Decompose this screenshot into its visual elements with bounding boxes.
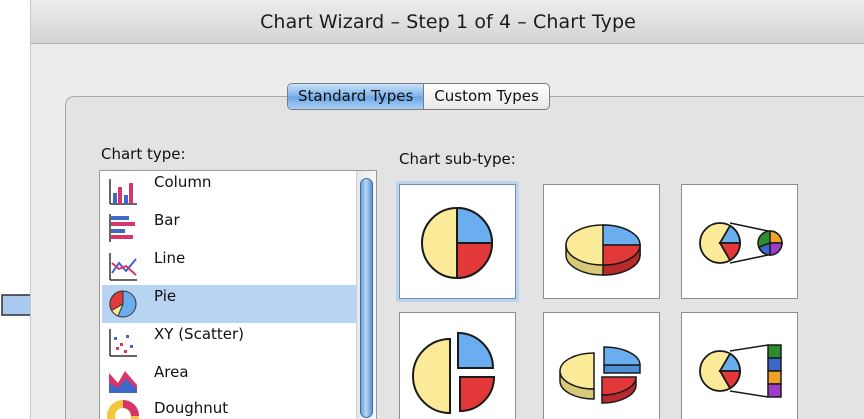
line-chart-icon	[109, 253, 137, 281]
chart-type-label-pie: Pie	[154, 287, 177, 305]
subtype-exploded-pie[interactable]	[399, 312, 516, 419]
tab-custom-types[interactable]: Custom Types	[424, 84, 549, 109]
chart-type-item-scatter[interactable]: XY (Scatter)	[102, 323, 356, 361]
chart-type-label-area: Area	[154, 363, 189, 381]
chart-type-label: Chart type:	[101, 145, 186, 163]
tab-bar: Standard Types Custom Types	[287, 83, 550, 110]
pie-of-pie-icon	[699, 222, 783, 264]
chart-subtype-label: Chart sub-type:	[399, 150, 516, 168]
chart-type-item-doughnut[interactable]: Doughnut	[102, 397, 356, 419]
doughnut-chart-icon	[107, 400, 139, 419]
chart-type-item-column[interactable]: Column	[102, 171, 356, 209]
area-chart-icon	[109, 371, 137, 393]
bar-of-pie-icon	[699, 344, 782, 398]
scrollbar-thumb[interactable]	[360, 178, 373, 418]
chart-wizard-window: Chart Wizard – Step 1 of 4 – Chart Type …	[30, 0, 864, 419]
subtype-3d-pie[interactable]	[543, 184, 660, 299]
chart-type-item-line[interactable]: Line	[102, 247, 356, 285]
tab-standard-types[interactable]: Standard Types	[288, 84, 425, 109]
chart-type-label-doughnut: Doughnut	[154, 399, 229, 417]
exploded-3d-pie-icon	[559, 346, 641, 404]
pie-icon	[421, 206, 494, 280]
chart-type-list[interactable]: Column Bar Line Pie XY (Scatter) Area Do…	[99, 170, 377, 419]
chart-type-label-column: Column	[154, 173, 212, 191]
chart-type-item-bar[interactable]: Bar	[102, 209, 356, 247]
subtype-pie-of-pie[interactable]	[681, 184, 798, 299]
window-title: Chart Wizard – Step 1 of 4 – Chart Type	[260, 10, 636, 33]
subtype-bar-of-pie[interactable]	[681, 312, 798, 419]
3d-pie-icon	[565, 224, 641, 276]
scatter-chart-icon	[109, 329, 137, 357]
chart-type-label-line: Line	[154, 249, 186, 267]
chart-type-item-area[interactable]: Area	[102, 361, 356, 399]
pie-chart-icon	[109, 290, 137, 318]
subtype-exploded-3d-pie[interactable]	[543, 312, 660, 419]
exploded-pie-icon	[412, 331, 496, 415]
chart-type-label-bar: Bar	[154, 211, 180, 229]
subtype-pie[interactable]	[396, 181, 519, 302]
column-chart-icon	[109, 179, 137, 205]
bar-chart-icon	[109, 214, 135, 242]
chart-type-label-scatter: XY (Scatter)	[154, 325, 245, 343]
chart-type-scrollbar[interactable]	[356, 171, 376, 419]
chart-type-item-pie[interactable]: Pie	[102, 285, 356, 323]
title-bar[interactable]: Chart Wizard – Step 1 of 4 – Chart Type	[31, 0, 864, 44]
